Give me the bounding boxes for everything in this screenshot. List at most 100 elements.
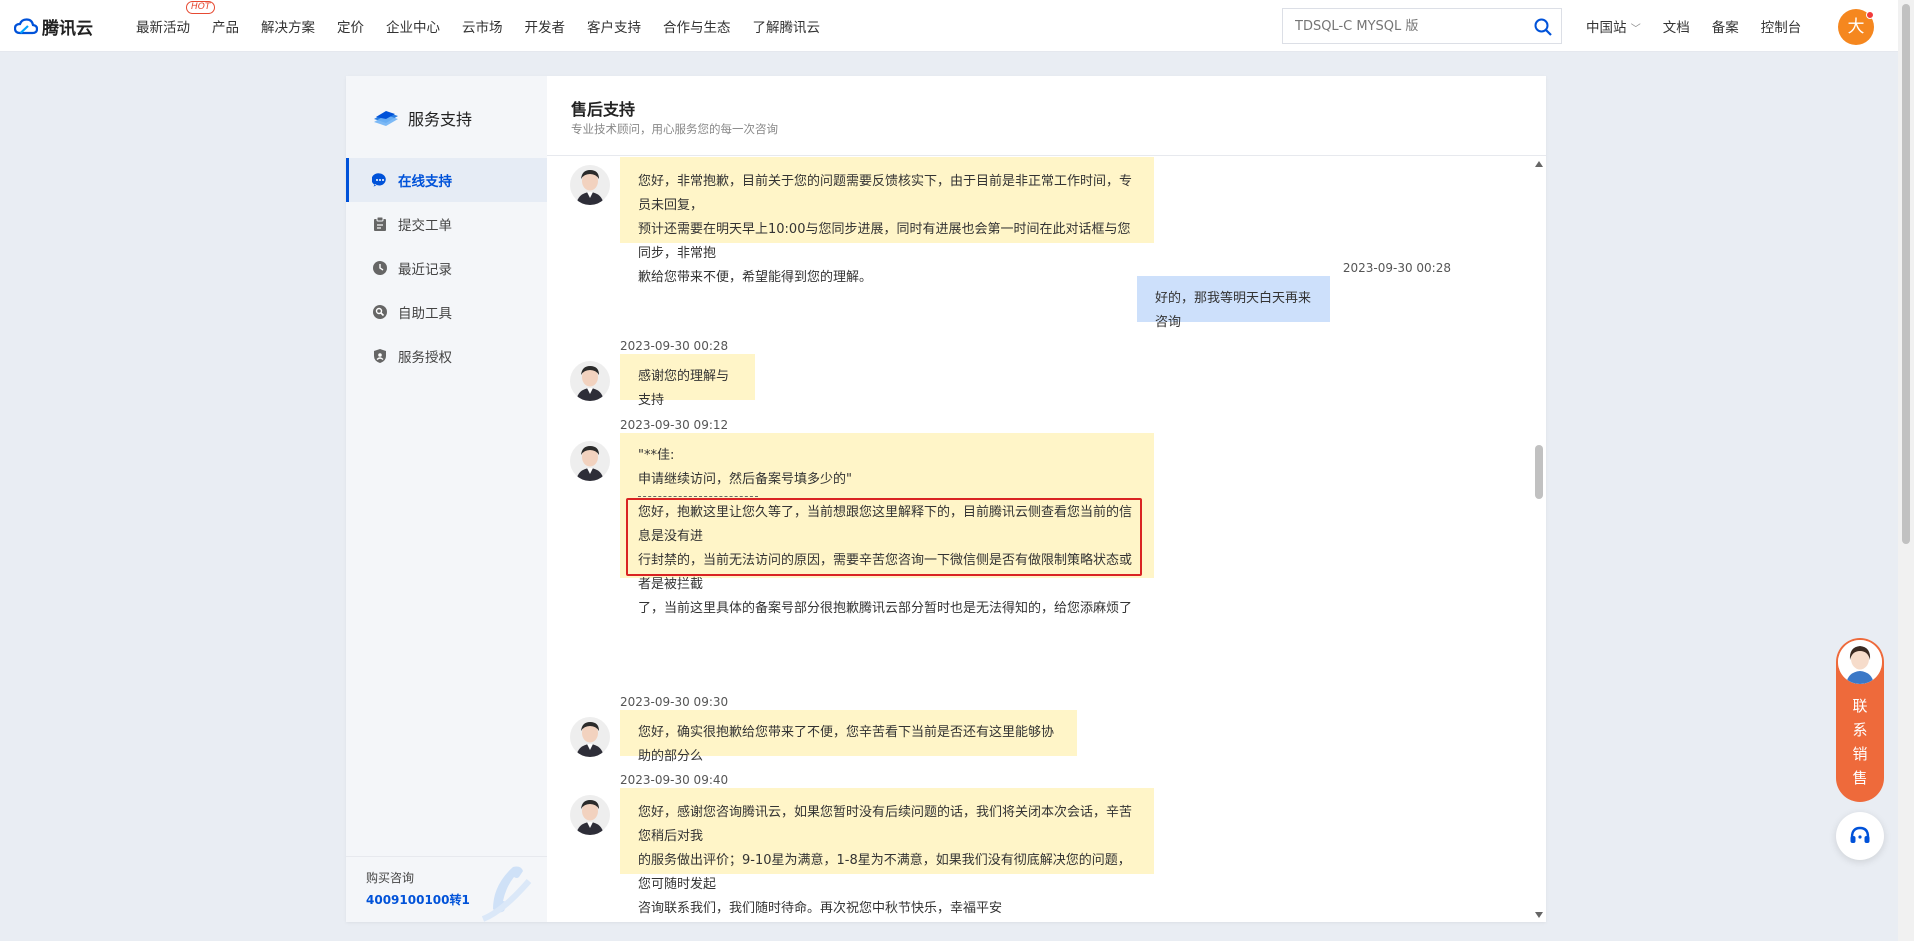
message-line: 您好，感谢您咨询腾讯云，如果您暂时没有后续问题的话，我们将关闭本次会话，辛苦您稍… bbox=[638, 805, 1133, 844]
chat-scrollbar-thumb[interactable] bbox=[1535, 445, 1543, 499]
chat-title: 售后支持 bbox=[571, 100, 636, 119]
hot-badge: HOT bbox=[186, 1, 216, 14]
brand-logo[interactable]: 腾讯云 bbox=[14, 14, 93, 39]
chat-icon bbox=[372, 173, 386, 187]
sidebar-item-label: 最近记录 bbox=[398, 262, 452, 278]
nav-item-products[interactable]: 产品 bbox=[212, 16, 239, 36]
purchase-consult: 购买咨询 4009100100转1 bbox=[346, 856, 547, 922]
quote-divider bbox=[638, 496, 758, 497]
quote-line: 申请继续访问，然后备案号填多少的" bbox=[638, 472, 852, 487]
chevron-down-icon: ﹀ bbox=[1630, 24, 1641, 35]
page-scrollbar[interactable] bbox=[1898, 0, 1914, 941]
agent-avatar-icon bbox=[570, 717, 610, 757]
message-line: 您好，确实很抱歉给您带来了不便，您辛苦看下当前是否还有这里能够协助的部分么 bbox=[638, 725, 1055, 764]
console-link[interactable]: 控制台 bbox=[1761, 16, 1802, 36]
sidebar: 服务支持 在线支持 提交工单 最近记录 自助工具 服务授权 购买咨询 40091… bbox=[346, 76, 547, 922]
sales-avatar bbox=[1838, 640, 1882, 684]
page-scrollbar-thumb[interactable] bbox=[1902, 4, 1910, 544]
agent-avatar bbox=[570, 165, 610, 205]
message-timestamp: 2023-09-30 09:30 bbox=[620, 695, 729, 709]
sidebar-item-self-service-tools[interactable]: 自助工具 bbox=[346, 290, 547, 334]
contact-sales-char: 系 bbox=[1852, 721, 1868, 739]
notification-dot bbox=[1866, 11, 1874, 19]
nav-item-support[interactable]: 客户支持 bbox=[587, 16, 641, 36]
main-nav: 最新活动 HOT 产品 解决方案 定价 企业中心 云市场 开发者 客户支持 合作与… bbox=[136, 0, 820, 52]
search-icon[interactable] bbox=[1533, 17, 1553, 37]
highlight-box bbox=[626, 498, 1142, 576]
ticket-icon bbox=[374, 216, 386, 231]
top-navbar: 腾讯云 最新活动 HOT 产品 解决方案 定价 企业中心 云市场 开发者 客户支持… bbox=[0, 0, 1898, 52]
contact-sales-button[interactable]: 联 系 销 售 bbox=[1836, 638, 1884, 802]
region-label: 中国站 bbox=[1586, 20, 1627, 36]
sidebar-menu: 在线支持 提交工单 最近记录 自助工具 服务授权 bbox=[346, 158, 547, 378]
search-input[interactable] bbox=[1283, 9, 1513, 43]
message-bubble-agent: 您好，感谢您咨询腾讯云，如果您暂时没有后续问题的话，我们将关闭本次会话，辛苦您稍… bbox=[620, 788, 1154, 916]
nav-item-pricing[interactable]: 定价 bbox=[337, 16, 364, 36]
quote-line: "**佳: bbox=[638, 448, 675, 463]
sidebar-item-service-authorization[interactable]: 服务授权 bbox=[346, 334, 547, 378]
nav-item-partners[interactable]: 合作与生态 bbox=[663, 16, 731, 36]
nav-item-activities[interactable]: 最新活动 HOT bbox=[136, 1, 216, 36]
purchase-consult-label: 购买咨询 bbox=[366, 871, 415, 885]
contact-sales-label: 联 系 销 售 bbox=[1836, 694, 1884, 790]
right-nav: 中国站 ﹀ 文档 备案 控制台 bbox=[1586, 0, 1801, 52]
nav-item-solutions[interactable]: 解决方案 bbox=[261, 16, 315, 36]
sidebar-item-submit-ticket[interactable]: 提交工单 bbox=[346, 202, 547, 246]
message-line: 感谢您的理解与支持 bbox=[638, 369, 730, 408]
search-box bbox=[1282, 8, 1562, 44]
agent-avatar bbox=[570, 717, 610, 757]
sidebar-item-online-support[interactable]: 在线支持 bbox=[346, 158, 547, 202]
chat-header: 售后支持 专业技术顾问，用心服务您的每一次咨询 bbox=[547, 76, 1546, 156]
nav-item-enterprise[interactable]: 企业中心 bbox=[386, 16, 440, 36]
cloud-logo-icon bbox=[14, 17, 38, 34]
agent-avatar-icon bbox=[570, 165, 610, 205]
agent-avatar-icon bbox=[570, 361, 610, 401]
message-line: 预计还需要在明天早上10:00与您同步进展，同时有进展也会第一时间在此对话框与您… bbox=[638, 222, 1131, 261]
sidebar-title-label: 服务支持 bbox=[408, 110, 473, 129]
sidebar-item-label: 提交工单 bbox=[398, 218, 452, 234]
agent-avatar-icon bbox=[570, 795, 610, 835]
telephone-icon bbox=[481, 866, 532, 922]
purchase-consult-phone[interactable]: 4009100100转1 bbox=[366, 891, 470, 908]
beian-link[interactable]: 备案 bbox=[1712, 16, 1739, 36]
sidebar-item-label: 在线支持 bbox=[398, 174, 452, 190]
message-line: 咨询联系我们，我们随时待命。再次祝您中秋节快乐，幸福平安 bbox=[638, 901, 1003, 916]
region-selector[interactable]: 中国站 ﹀ bbox=[1586, 16, 1641, 36]
scroll-up-arrow-icon[interactable] bbox=[1535, 161, 1543, 167]
message-timestamp: 2023-09-30 09:12 bbox=[620, 418, 729, 432]
message-bubble-agent: 您好，非常抱歉，目前关于您的问题需要反馈核实下，由于目前是非正常工作时间，专员未… bbox=[620, 157, 1154, 285]
message-line: 的服务做出评价；9-10星为满意，1-8星为不满意，如果我们没有彻底解决您的问题… bbox=[638, 853, 1131, 892]
sidebar-item-recent-records[interactable]: 最近记录 bbox=[346, 246, 547, 290]
agent-avatar bbox=[570, 361, 610, 401]
sales-avatar-icon bbox=[1838, 640, 1882, 684]
message-bubble-user: 好的，那我等明天白天再来咨询 bbox=[1137, 276, 1330, 330]
chat-subtitle: 专业技术顾问，用心服务您的每一次咨询 bbox=[571, 122, 778, 136]
nav-item-developers[interactable]: 开发者 bbox=[525, 16, 566, 36]
chat-messages: 您好，非常抱歉，目前关于您的问题需要反馈核实下，由于目前是非正常工作时间，专员未… bbox=[547, 157, 1546, 922]
agent-avatar bbox=[570, 441, 610, 481]
sidebar-title: 服务支持 bbox=[372, 106, 472, 130]
chat-scrollbar[interactable] bbox=[1532, 157, 1546, 922]
message-line: 您好，非常抱歉，目前关于您的问题需要反馈核实下，由于目前是非正常工作时间，专员未… bbox=[638, 174, 1133, 213]
tool-icon bbox=[373, 305, 387, 319]
message-timestamp: 2023-09-30 00:28 bbox=[620, 339, 729, 353]
contact-sales-char: 销 bbox=[1852, 745, 1868, 763]
brand-name: 腾讯云 bbox=[42, 19, 93, 39]
message-timestamp: 2023-09-30 09:40 bbox=[620, 773, 729, 787]
message-bubble-agent: 您好，确实很抱歉给您带来了不便，您辛苦看下当前是否还有这里能够协助的部分么 bbox=[620, 710, 1077, 764]
message-line: 歉给您带来不便，希望能得到您的理解。 bbox=[638, 270, 873, 285]
docs-link[interactable]: 文档 bbox=[1663, 16, 1690, 36]
nav-item-label: 最新活动 bbox=[136, 20, 190, 36]
clock-icon bbox=[373, 261, 387, 275]
message-line: 了，当前这里具体的备案号部分很抱歉腾讯云部分暂时也是无法得知的，给您添麻烦了 bbox=[638, 601, 1133, 616]
nav-item-about[interactable]: 了解腾讯云 bbox=[753, 16, 821, 36]
contact-sales-char: 售 bbox=[1852, 769, 1868, 787]
customer-service-button[interactable] bbox=[1836, 812, 1884, 860]
scroll-down-arrow-icon[interactable] bbox=[1535, 912, 1543, 918]
support-panel: 服务支持 在线支持 提交工单 最近记录 自助工具 服务授权 购买咨询 40091… bbox=[346, 76, 1546, 922]
nav-item-marketplace[interactable]: 云市场 bbox=[462, 16, 503, 36]
service-logo-icon bbox=[374, 111, 398, 126]
agent-avatar bbox=[570, 795, 610, 835]
contact-sales-char: 联 bbox=[1852, 697, 1868, 715]
sidebar-item-label: 自助工具 bbox=[398, 306, 452, 322]
